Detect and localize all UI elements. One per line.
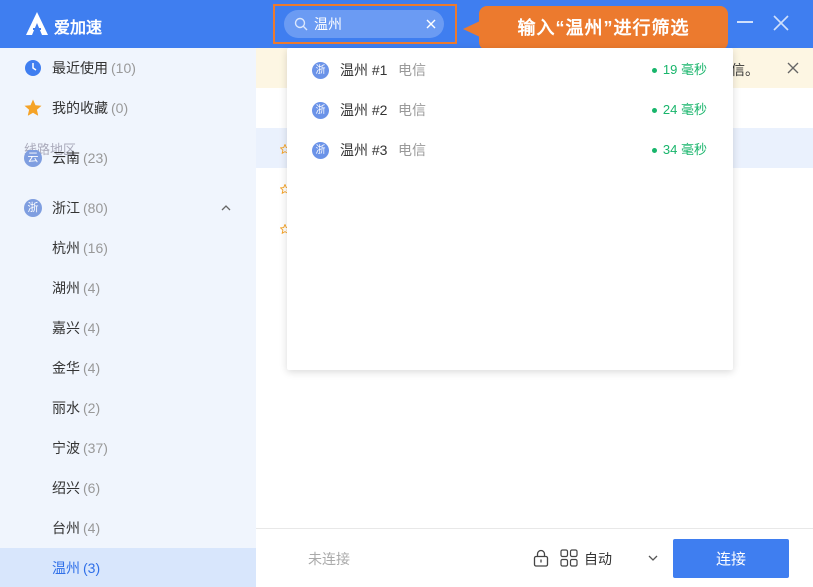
clock-icon [25,60,41,76]
app-logo-icon [26,12,48,35]
server-isp: 电信 [398,142,426,158]
status-dot-icon [651,148,657,154]
sidebar-item-count: (80) [83,200,108,216]
sidebar-item-label: 最近使用 [52,60,108,76]
province-icon: 浙 [312,102,329,119]
annotation-callout: 输入“温州”进行筛选 [479,6,728,50]
search-icon [294,17,308,31]
app-name: 爱加速 [54,20,103,37]
lock-icon[interactable] [532,549,550,567]
sidebar-item-label: 我的收藏 [52,100,108,116]
star-icon [24,99,42,116]
server-ping: 24 毫秒 [651,90,707,130]
sidebar-item-city[interactable]: 宁波 (37) [0,428,256,468]
notice-text: 信。 [731,62,759,78]
search-input[interactable] [314,14,414,34]
sidebar: 最近使用 (10) 我的收藏 (0) 线路地区 云 云南 (23) 浙 浙江 (80) … [0,48,256,587]
sidebar-item-count: (4) [83,360,101,376]
sidebar-item-city[interactable]: 丽水 (2) [0,388,256,428]
close-icon[interactable] [772,14,790,32]
sidebar-item-label: 丽水 [52,400,80,416]
sidebar-item-count: (4) [83,280,101,296]
ping-value: 24 毫秒 [662,102,707,117]
sidebar-item-city[interactable]: 绍兴 (6) [0,468,256,508]
sidebar-item-label: 浙江 [52,200,80,216]
ping-value: 19 毫秒 [662,62,707,77]
sidebar-item-city[interactable]: 金华 (4) [0,348,256,388]
sidebar-item-count: (16) [83,240,108,256]
mode-select-value[interactable]: 自动 [584,549,612,569]
sidebar-item-label: 湖州 [52,280,80,296]
server-ping: 19 毫秒 [651,50,707,90]
search-result-item[interactable]: 浙 温州 #1 电信 19 毫秒 [287,50,733,90]
sidebar-item-count: (23) [83,150,108,166]
chevron-down-icon[interactable] [648,554,658,562]
server-isp: 电信 [398,62,426,78]
title-bar: 爱加速 输入“温州”进行筛选 [0,0,813,50]
sidebar-item-city[interactable]: 台州 (4) [0,508,256,548]
mode-grid-icon[interactable] [560,549,578,567]
ping-value: 34 毫秒 [662,142,707,157]
sidebar-item-yunnan[interactable]: 云 云南 (23) [0,150,256,176]
province-icon: 云 [24,150,42,167]
sidebar-item-city[interactable]: 嘉兴 (4) [0,308,256,348]
server-name: 温州 #1 [340,62,388,78]
chevron-up-icon[interactable] [220,202,232,214]
sidebar-item-zhejiang[interactable]: 浙 浙江 (80) [0,188,256,228]
sidebar-item-label: 台州 [52,520,80,536]
sidebar-item-count: (4) [83,520,101,536]
sidebar-item-count: (4) [83,320,101,336]
sidebar-item-favorites[interactable]: 我的收藏 (0) [0,88,256,128]
sidebar-item-label: 杭州 [52,240,80,256]
footer-bar: 未连接 自动 连接 [256,528,813,587]
sidebar-item-label: 绍兴 [52,480,80,496]
sidebar-item-count: (0) [111,100,129,116]
connection-status: 未连接 [308,551,350,567]
sidebar-item-label: 金华 [52,360,80,376]
sidebar-item-label: 嘉兴 [52,320,80,336]
sidebar-item-recent[interactable]: 最近使用 (10) [0,48,256,88]
search-results-dropdown: 浙 温州 #1 电信 19 毫秒 浙 温州 #2 电信 24 毫秒 浙 温州 #… [287,48,733,370]
server-ping: 34 毫秒 [651,130,707,170]
search-result-item[interactable]: 浙 温州 #3 电信 34 毫秒 [287,130,733,170]
server-name: 温州 #3 [340,142,388,158]
minimize-icon[interactable] [737,21,753,23]
sidebar-item-count: (2) [83,400,101,416]
sidebar-item-label: 温州 [52,560,80,576]
province-icon: 浙 [24,199,42,217]
clear-search-icon[interactable] [424,17,438,31]
server-isp: 电信 [398,102,426,118]
status-dot-icon [651,108,657,114]
sidebar-item-city[interactable]: 杭州 (16) [0,228,256,268]
sidebar-item-count: (3) [83,560,101,576]
sidebar-item-count: (37) [83,440,108,456]
sidebar-item-city-active[interactable]: 温州 (3) [0,548,256,587]
connect-button[interactable]: 连接 [673,539,789,578]
sidebar-item-label: 宁波 [52,440,80,456]
status-dot-icon [651,68,657,74]
callout-arrow [463,21,480,37]
sidebar-item-count: (10) [111,60,136,76]
search-box[interactable] [284,10,444,38]
sidebar-item-count: (6) [83,480,101,496]
server-name: 温州 #2 [340,102,388,118]
province-icon: 浙 [312,62,329,79]
sidebar-item-label: 云南 [52,150,80,166]
close-notice-icon[interactable] [787,62,799,74]
province-icon: 浙 [312,142,329,159]
sidebar-item-city[interactable]: 湖州 (4) [0,268,256,308]
search-result-item[interactable]: 浙 温州 #2 电信 24 毫秒 [287,90,733,130]
